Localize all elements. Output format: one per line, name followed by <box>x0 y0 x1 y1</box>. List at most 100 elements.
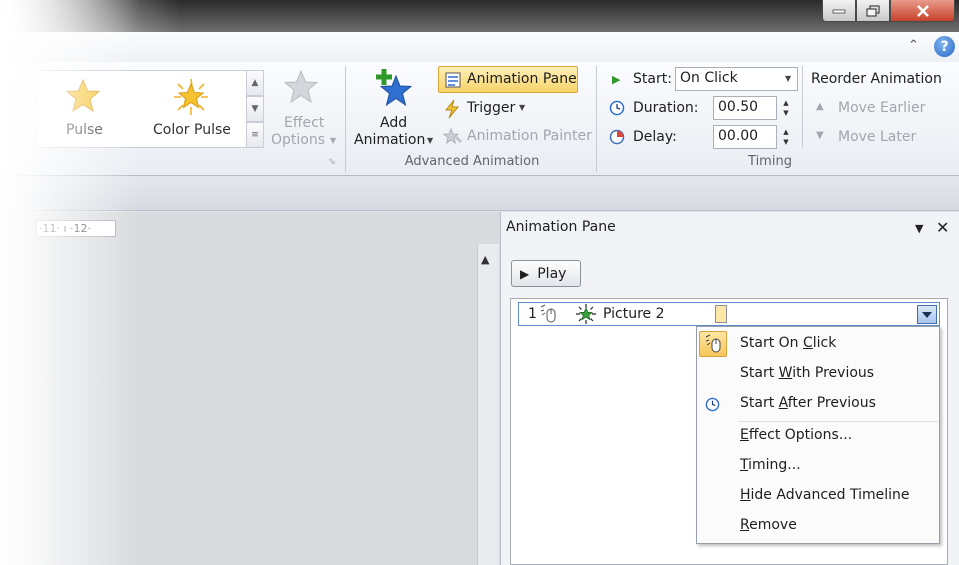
animation-painter-label: Animation Painter <box>467 128 592 144</box>
add-animation-label-line2: Animation <box>354 132 426 148</box>
animation-pane-title: Animation Pane <box>506 219 616 235</box>
gallery-item-color-pulse[interactable]: Color Pulse <box>146 72 238 144</box>
item-dropdown-button[interactable] <box>917 305 937 324</box>
add-animation-label: Add <box>380 115 408 131</box>
ruler: ·11· ı ·12· <box>36 220 116 237</box>
help-button[interactable]: ? <box>934 36 955 57</box>
start-select[interactable]: On Click ▼ <box>675 67 798 91</box>
menu-item-start-on-click[interactable]: Start On Click <box>740 335 836 351</box>
spin-down-icon: ▼ <box>783 138 789 146</box>
delay-spinner[interactable]: ▲ ▼ <box>779 125 793 149</box>
chevron-down-icon: ▼ <box>785 74 792 83</box>
gallery-item-pulse[interactable]: Pulse <box>56 72 110 144</box>
group-separator <box>802 66 803 148</box>
delay-input[interactable]: 00.00 <box>713 125 777 149</box>
chevron-down-icon: ▼ <box>427 136 434 145</box>
move-earlier-button[interactable]: ▲ Move Earlier <box>814 99 934 121</box>
advanced-animation-group-label: Advanced Animation <box>404 154 540 169</box>
lightning-icon <box>444 99 460 119</box>
mouse-click-icon <box>540 304 556 323</box>
menu-item-remove[interactable]: Remove <box>740 517 797 533</box>
animation-pane-label: Animation Pane <box>467 71 577 87</box>
slide-canvas <box>0 212 500 565</box>
reorder-animation-label: Reorder Animation <box>811 71 942 87</box>
gallery-item-label: Color Pulse <box>153 122 231 138</box>
trigger-button[interactable]: Trigger ▼ <box>440 97 540 121</box>
move-later-button[interactable]: ▼ Move Later <box>814 128 934 150</box>
start-select-value: On Click <box>680 70 738 86</box>
menu-check-highlight <box>699 331 727 357</box>
minimize-icon <box>832 9 846 13</box>
animation-order-number: 1 <box>528 306 537 322</box>
status-toolbar <box>0 177 959 211</box>
minimize-button[interactable] <box>822 0 856 22</box>
effect-options-star-icon <box>283 70 319 104</box>
gallery-more-button[interactable]: ≡ <box>246 122 264 148</box>
menu-item-hide-advanced-timeline[interactable]: Hide Advanced Timeline <box>740 487 910 503</box>
minimize-ribbon-button[interactable]: ⌃ <box>908 38 919 53</box>
chevron-down-icon <box>922 311 932 318</box>
group-separator <box>596 66 597 172</box>
title-bar <box>0 0 959 32</box>
pane-close-icon[interactable]: ✕ <box>936 218 949 237</box>
add-animation-icon <box>376 69 413 107</box>
group-separator <box>345 66 346 172</box>
delay-value: 00.00 <box>718 128 759 144</box>
timeline-bar[interactable] <box>715 305 727 323</box>
timing-group-label: Timing <box>748 154 792 169</box>
arrow-up-icon: ▲ <box>816 101 824 112</box>
mouse-click-icon <box>705 334 721 353</box>
ribbon-tab-strip <box>0 32 959 62</box>
chevron-down-icon: ▼ <box>519 103 526 112</box>
duration-spinner[interactable]: ▲ ▼ <box>779 96 793 120</box>
color-pulse-star-icon <box>174 78 208 115</box>
spin-up-icon: ▲ <box>783 99 789 107</box>
delay-label: Delay: <box>633 129 677 145</box>
effect-options-label-line2: Options <box>271 132 326 148</box>
clock-icon <box>705 397 720 412</box>
spin-down-icon: ▼ <box>783 109 789 117</box>
play-button[interactable]: ▶ Play <box>511 260 581 287</box>
animation-pane-icon <box>445 72 461 88</box>
trigger-label: Trigger <box>467 100 516 116</box>
play-label: Play <box>537 265 567 282</box>
pane-options-icon[interactable]: ▼ <box>915 222 923 235</box>
animation-painter-button[interactable]: Animation Painter <box>440 125 592 149</box>
menu-item-timing[interactable]: Timing... <box>740 457 801 473</box>
menu-separator <box>738 421 938 422</box>
duration-value: 00.50 <box>718 99 759 115</box>
gallery-scroll-down-button[interactable]: ▼ <box>246 96 264 122</box>
clock-icon <box>609 100 625 116</box>
move-earlier-label: Move Earlier <box>838 100 926 116</box>
star-icon <box>65 78 101 113</box>
close-icon <box>916 4 929 17</box>
arrow-down-icon: ▼ <box>816 130 824 141</box>
restore-icon <box>866 4 880 17</box>
scroll-up-icon[interactable]: ▲ <box>481 253 489 266</box>
menu-item-start-with-previous[interactable]: Start With Previous <box>740 365 874 381</box>
play-icon: ▶ <box>520 266 530 281</box>
duration-label: Duration: <box>633 100 699 116</box>
effect-options-button[interactable]: Effect Options ▼ <box>268 68 336 152</box>
menu-item-effect-options[interactable]: Effect Options... <box>740 427 852 443</box>
vertical-scrollbar[interactable] <box>477 244 499 565</box>
animation-pane-button[interactable]: Animation Pane <box>438 66 578 93</box>
spin-up-icon: ▲ <box>783 128 789 136</box>
delay-icon <box>609 129 625 145</box>
chevron-down-icon: ▼ <box>330 136 337 145</box>
dialog-launcher-icon[interactable]: ⬂ <box>328 157 336 167</box>
animation-painter-icon <box>442 127 462 145</box>
restore-button[interactable] <box>856 0 890 22</box>
duration-input[interactable]: 00.50 <box>713 96 777 120</box>
animation-item-name: Picture 2 <box>603 306 665 322</box>
start-label: Start: <box>633 71 672 87</box>
play-triangle-icon: ▶ <box>612 73 621 86</box>
add-animation-button[interactable]: Add Animation ▼ <box>350 66 436 154</box>
effect-options-label: Effect <box>284 115 325 131</box>
gallery-scroll-up-button[interactable]: ▲ <box>246 70 264 96</box>
close-button[interactable] <box>890 0 955 22</box>
menu-item-start-after-previous[interactable]: Start After Previous <box>740 395 876 411</box>
help-icon: ? <box>940 38 949 55</box>
move-later-label: Move Later <box>838 129 917 145</box>
gallery-item-label: Pulse <box>66 122 103 138</box>
